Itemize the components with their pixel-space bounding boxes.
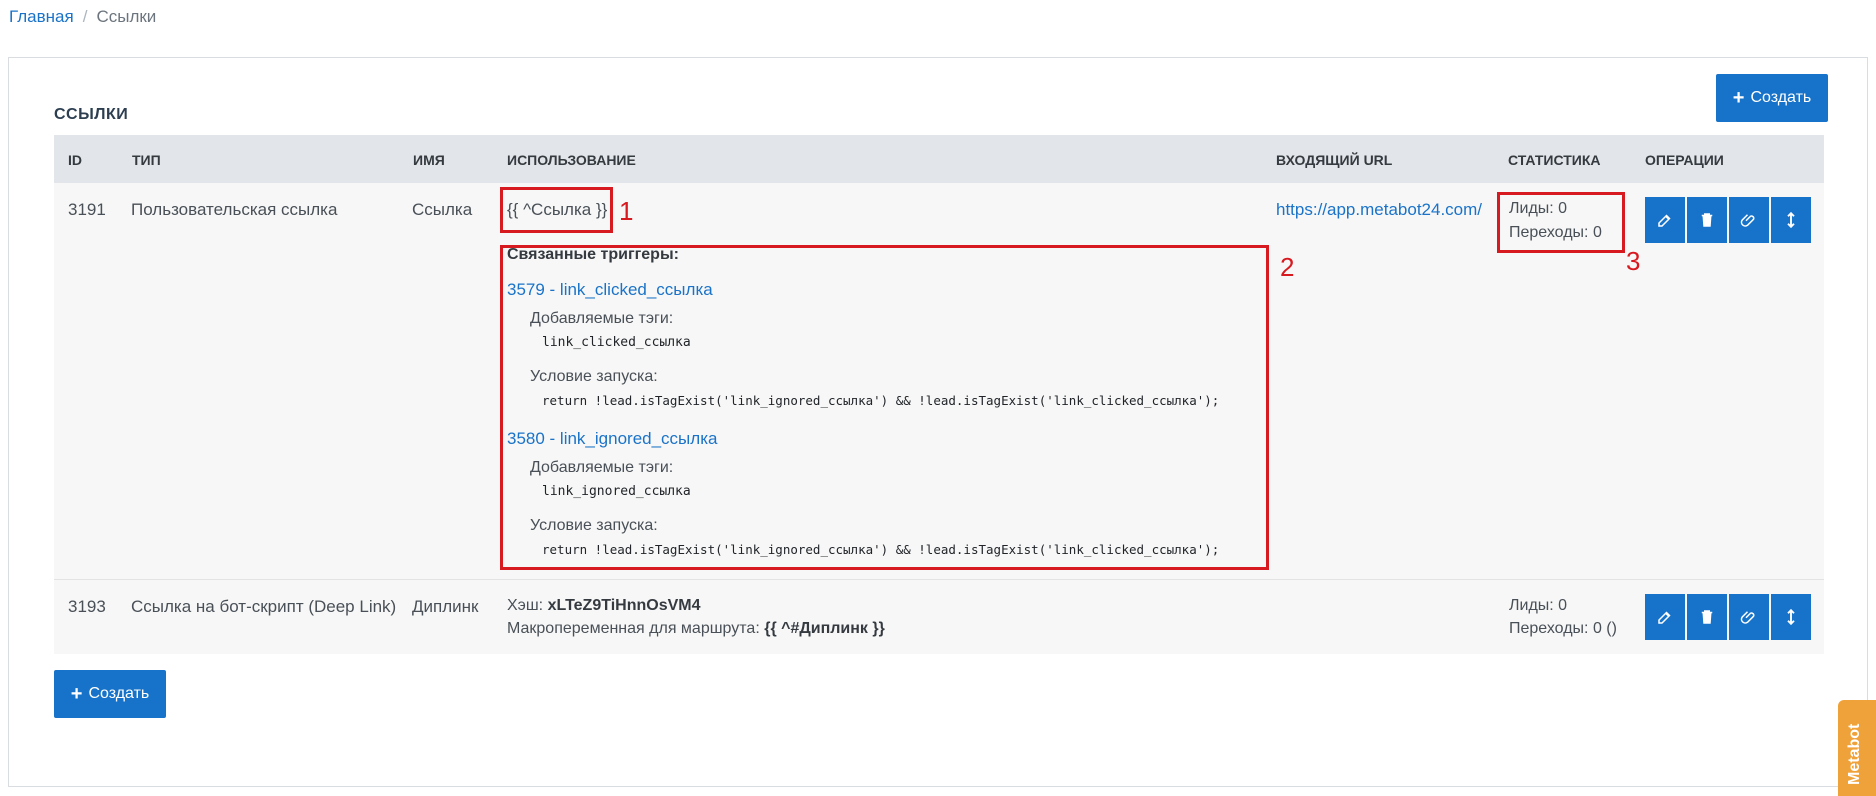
create-button-label: Создать — [1750, 89, 1812, 106]
paperclip-icon — [1740, 214, 1755, 227]
header-ops: ОПЕРАЦИИ — [1645, 152, 1724, 168]
header-name: ИМЯ — [413, 152, 445, 168]
row-type: Пользовательская ссылка — [131, 200, 338, 219]
row-type: Ссылка на бот-скрипт (Deep Link) — [131, 597, 397, 616]
header-stats: СТАТИСТИКА — [1508, 152, 1601, 168]
metabot-side-tab[interactable]: Metabot — [1838, 700, 1876, 796]
macro-value: {{ ^#Диплинк }} — [764, 620, 885, 637]
header-type: ТИП — [132, 152, 161, 168]
trash-icon — [1701, 610, 1713, 624]
edit-icon — [1658, 214, 1671, 227]
header-id: ID — [68, 152, 82, 168]
breadcrumb-home[interactable]: Главная — [9, 7, 74, 26]
row-id: 3193 — [68, 597, 106, 616]
header-usage: ИСПОЛЬЗОВАНИЕ — [507, 152, 636, 168]
create-button-bottom[interactable]: + Создать — [54, 670, 166, 718]
breadcrumb-separator: / — [82, 7, 88, 26]
plus-icon: + — [70, 683, 83, 705]
breadcrumb: Главная / Ссылки — [9, 7, 156, 27]
breadcrumb-current: Ссылки — [96, 7, 157, 26]
macro-line: Макропеременная для маршрута: {{ ^#Дипли… — [507, 620, 885, 638]
delete-button[interactable] — [1687, 197, 1727, 243]
plus-icon: + — [1732, 87, 1745, 109]
move-icon — [1787, 608, 1795, 626]
hash-value: xLTeZ9TiHnnOsVM4 — [547, 597, 701, 614]
annotation-box-2 — [500, 245, 1269, 570]
edit-icon — [1658, 611, 1671, 624]
annotation-label-3: 3 — [1626, 246, 1641, 276]
move-button[interactable] — [1771, 594, 1811, 640]
edit-button[interactable] — [1645, 197, 1685, 243]
delete-button[interactable] — [1687, 594, 1727, 640]
row-operations — [1645, 197, 1811, 243]
macro-label: Макропеременная для маршрута: — [507, 620, 760, 637]
header-url: ВХОДЯЩИЙ URL — [1276, 152, 1393, 168]
incoming-url-link[interactable]: https://app.metabot24.com/ — [1276, 200, 1482, 220]
hash-line: Хэш: xLTeZ9TiHnnOsVM4 — [507, 597, 701, 615]
hash-label: Хэш: — [507, 597, 544, 614]
row-name: Диплинк — [412, 597, 479, 616]
row-id: 3191 — [68, 200, 106, 219]
annotation-label-1: 1 — [619, 196, 634, 226]
trash-icon — [1701, 213, 1713, 227]
row-name: Ссылка — [412, 200, 473, 219]
annotation-box-3 — [1497, 192, 1625, 253]
table-row: 3193 Ссылка на бот-скрипт (Deep Link) Ди… — [54, 580, 1824, 654]
edit-button[interactable] — [1645, 594, 1685, 640]
paperclip-icon — [1740, 611, 1755, 624]
annotation-box-1 — [500, 187, 613, 233]
row-operations — [1645, 594, 1811, 640]
page-title: ССЫЛКИ — [54, 106, 129, 123]
stats-clicks: Переходы: 0 () — [1509, 620, 1617, 637]
attach-button[interactable] — [1729, 197, 1769, 243]
table-header: ID ТИП ИМЯ ИСПОЛЬЗОВАНИЕ ВХОДЯЩИЙ URL СТ… — [54, 135, 1824, 183]
move-button[interactable] — [1771, 197, 1811, 243]
move-icon — [1787, 211, 1795, 229]
attach-button[interactable] — [1729, 594, 1769, 640]
create-button-top[interactable]: + Создать — [1716, 74, 1828, 122]
side-tab-label: Metabot — [1846, 723, 1863, 785]
create-button-label: Создать — [88, 685, 150, 702]
annotation-label-2: 2 — [1280, 252, 1295, 282]
stats-leads: Лиды: 0 — [1509, 597, 1568, 614]
